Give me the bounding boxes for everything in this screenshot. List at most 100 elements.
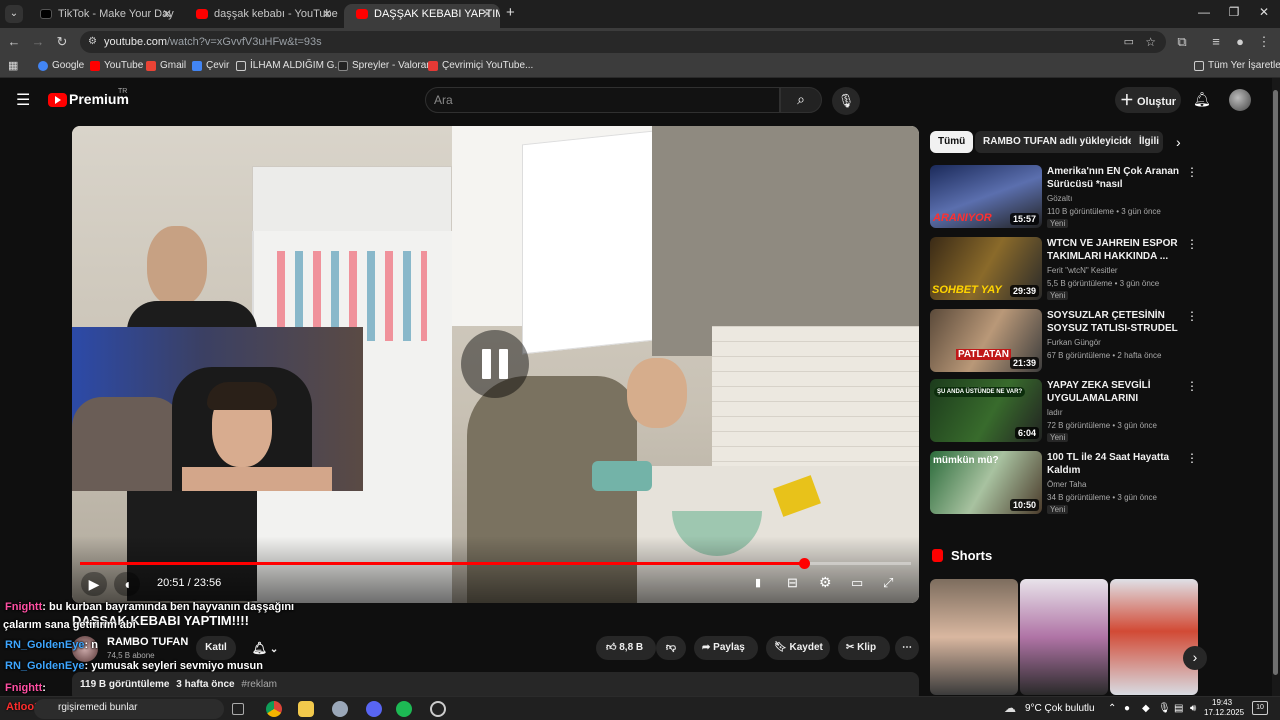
file-explorer-icon[interactable] [298,701,314,717]
tab-tiktok[interactable]: TikTok - Make Your Day ✕ [28,4,180,28]
chip-related[interactable]: İlgili [1131,131,1163,153]
new-tab-button[interactable]: + [506,4,515,21]
recommended-video[interactable]: mümkün mü? 10:50 100 TL ile 24 Saat Haya… [930,451,1198,517]
recommended-video[interactable]: ŞU ANDA ÜSTÜNDE NE VAR? 6:04 YAPAY ZEKA … [930,379,1198,445]
kebab-menu-icon[interactable]: ⋮ [1186,309,1198,323]
kebab-menu-icon[interactable]: ⋮ [1186,237,1198,251]
apps-icon[interactable]: ▦ [8,59,18,72]
chevron-right-icon[interactable]: › [1176,134,1181,150]
page-scrollbar[interactable] [1272,78,1280,696]
hashtag-link[interactable]: #reklam [241,679,277,690]
recommended-video[interactable]: SOHBET YAY 29:39 WTCN VE JAHREIN ESPOR T… [930,237,1198,303]
window-close-icon[interactable]: ✕ [1254,5,1274,19]
search-button[interactable]: ⌕ [780,87,822,113]
kebab-menu-icon[interactable]: ⋮ [1186,451,1198,465]
shorts-next-button[interactable]: › [1183,646,1207,670]
microphone-icon[interactable]: 🎙︎ [1158,703,1171,714]
tray-app-icon[interactable]: ◆ [1142,703,1150,714]
rec-channel[interactable]: ladır [1047,408,1063,417]
play-button[interactable]: ▶ [81,572,107,596]
channel-name[interactable]: RAMBO TUFAN [107,636,188,648]
subscribed-bell-button[interactable]: 🔔︎ ⌄ [244,636,286,660]
bookmark-google[interactable]: Google [38,60,84,71]
restore-icon[interactable]: ❐ [1224,5,1244,19]
bookmark-online-youtube[interactable]: Çevrimiçi YouTube... [428,60,533,71]
miniplayer-toggle[interactable]: ▮ [755,576,761,589]
recommended-video[interactable]: PATLATAN 21:39 SOYSUZLAR ÇETESİNİN SOYSU… [930,309,1198,375]
bookmark-star-icon[interactable]: ☆ [1145,31,1156,53]
like-button[interactable]: 👍︎ 8,8 B [596,636,656,660]
clock-time[interactable]: 19:43 [1212,698,1232,707]
cast-icon[interactable]: ▭ [1124,31,1134,53]
bookmark-folder-ilham[interactable]: İLHAM ALDIĞIM G... [236,60,343,71]
subtitles-icon[interactable]: ⊟ [787,575,798,591]
bookmark-gmail[interactable]: Gmail [146,60,186,71]
discord-icon[interactable] [366,701,382,717]
minimize-icon[interactable]: — [1194,5,1214,19]
theater-mode-icon[interactable]: ▭ [851,575,863,591]
close-icon[interactable]: ✕ [322,4,332,24]
join-button[interactable]: Katıl [196,636,236,660]
dislike-button[interactable]: 👎︎ [656,636,686,660]
notification-center[interactable]: 10 [1252,701,1268,715]
app-icon[interactable] [332,701,348,717]
short-thumbnail[interactable] [930,579,1018,695]
spotify-icon[interactable] [396,701,412,717]
search-input[interactable]: Ara [425,87,780,113]
bookmark-youtube[interactable]: YouTube [90,60,143,71]
bookmark-valorant[interactable]: Spreyler - Valorant [338,60,435,71]
clock-date[interactable]: 17.12.2025 [1204,708,1244,717]
fullscreen-icon[interactable]: ⤢ [883,575,893,591]
media-icon[interactable]: ≡ [1208,34,1224,49]
tab-current-video[interactable]: DAŞŞAK KEBABI YAPTIM!!!! ✕ [344,4,500,28]
tray-overflow-icon[interactable]: ⌃ [1108,703,1116,714]
avatar[interactable] [1229,89,1251,111]
notifications-icon[interactable]: 🔔︎ [1193,91,1211,108]
save-button[interactable]: 🔖︎ Kaydet [766,636,830,660]
hamburger-menu-icon[interactable]: ☰ [16,90,30,110]
mute-button[interactable]: ◖ [114,572,140,596]
extensions-icon[interactable]: ⧉ [1174,34,1190,50]
tab-search-button[interactable]: ⌄ [5,5,23,23]
site-info-icon[interactable]: ⚙ [88,31,97,53]
back-icon[interactable]: ← [6,34,22,49]
profile-icon[interactable]: ● [1232,34,1248,49]
rec-channel[interactable]: Ferit "wtcN" Kesitler [1047,266,1118,275]
progress-bar[interactable] [80,558,911,569]
more-actions-button[interactable]: ⋯ [895,636,919,660]
close-icon[interactable]: ✕ [482,4,492,24]
tab-youtube-search[interactable]: daşşak kebabı - YouTube ✕ [184,4,340,28]
kebab-menu-icon[interactable]: ⋮ [1186,165,1198,179]
recommended-video[interactable]: ARANIYOR 15:57 Amerika'nın EN Çok Aranan… [930,165,1198,231]
clip-button[interactable]: ✂ Klip [838,636,890,660]
voice-search-button[interactable]: 🎙 [832,87,860,115]
create-button[interactable]: ＋ Oluştur [1115,87,1181,113]
share-button[interactable]: ➦ Paylaş [694,636,758,660]
rec-channel[interactable]: Ömer Taha [1047,480,1086,489]
weather-text[interactable]: 9°C Çok bulutlu [1025,703,1095,714]
all-bookmarks[interactable]: Tüm Yer İşaretleri [1194,60,1280,71]
chip-from-uploader[interactable]: RAMBO TUFAN adlı yükleyiciden [975,131,1148,153]
forward-icon[interactable]: → [30,34,46,49]
short-thumbnail[interactable] [1110,579,1198,695]
settings-icon[interactable]: ⚙ [819,574,832,591]
scrubber-handle[interactable] [798,558,810,569]
menu-icon[interactable]: ⋮ [1256,34,1272,50]
tray-app-icon[interactable]: ● [1124,703,1130,714]
reload-icon[interactable]: ↻ [54,34,70,50]
chrome-icon[interactable] [266,701,282,717]
speaker-icon[interactable]: 🔊︎ [1190,703,1196,714]
bookmark-translate[interactable]: Çevir [192,60,229,71]
rec-channel[interactable]: Furkan Güngör [1047,338,1101,347]
close-icon[interactable]: ✕ [162,4,172,24]
obs-icon[interactable] [430,701,446,717]
video-player[interactable] [72,126,919,603]
pause-button[interactable] [461,330,529,398]
task-view-icon[interactable] [232,703,244,715]
scrollbar-thumb[interactable] [1273,90,1278,675]
kebab-menu-icon[interactable]: ⋮ [1186,379,1198,393]
network-icon[interactable]: ▤ [1174,703,1183,714]
chip-all[interactable]: Tümü [930,131,974,153]
short-thumbnail[interactable] [1020,579,1108,695]
rec-channel[interactable]: Gözaltı [1047,194,1072,203]
